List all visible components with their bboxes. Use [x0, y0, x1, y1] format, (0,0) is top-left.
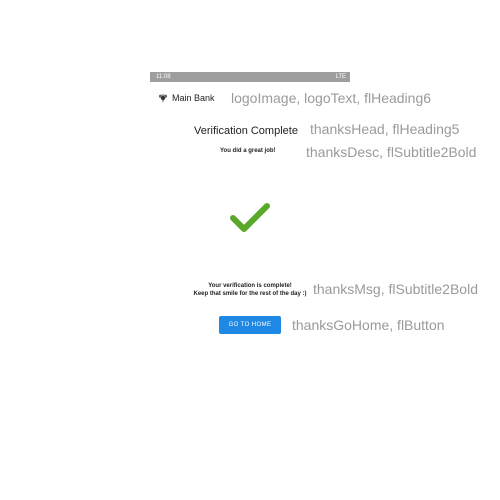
logo-annotation: logoImage, logoText, flHeading6 — [231, 90, 432, 106]
status-bar: 11:08 LTE — [150, 72, 350, 82]
status-indicators: LTE — [335, 74, 346, 80]
thanks-msg-annotation: thanksMsg, flSubtitle2Bold — [313, 281, 478, 297]
logo-text: Main Bank — [172, 93, 215, 103]
thanks-description: You did a great job! — [220, 148, 276, 154]
thanks-head-annotation: thanksHead, flHeading5 — [310, 121, 460, 137]
checkmark-icon — [230, 203, 270, 232]
thanks-home-annotation: thanksGoHome, flButton — [292, 317, 445, 333]
thanks-message-line2: Keep that smile for the rest of the day … — [193, 291, 307, 297]
status-time: 11:08 — [156, 74, 171, 80]
thanks-heading: Verification Complete — [194, 125, 298, 137]
thanks-message-line1: Your verification is complete! — [208, 283, 292, 289]
bee-icon — [158, 94, 168, 102]
thanks-desc-annotation: thanksDesc, flSubtitle2Bold — [306, 144, 477, 160]
go-to-home-button[interactable]: GO TO HOME — [219, 316, 281, 334]
thanks-message: Your verification is complete! Keep that… — [186, 282, 314, 298]
